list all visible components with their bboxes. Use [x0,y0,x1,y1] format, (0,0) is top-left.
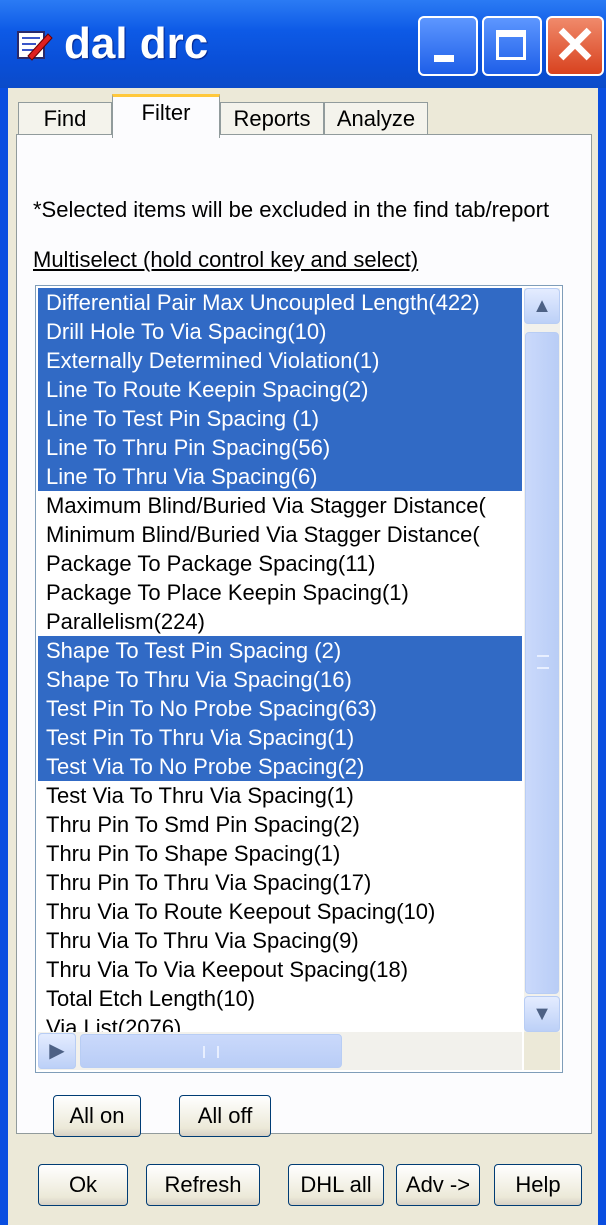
minimize-button[interactable] [418,16,478,76]
horizontal-scrollbar[interactable]: ◀ ▶ [38,1032,522,1070]
vertical-scrollbar[interactable]: ▲ ▼ [524,288,560,1032]
list-item[interactable]: Minimum Blind/Buried Via Stagger Distanc… [38,520,522,549]
ok-button[interactable]: Ok [38,1164,128,1206]
scroll-grip-icon [537,655,549,669]
all-off-button[interactable]: All off [179,1095,271,1137]
list-item[interactable]: Total Etch Length(10) [38,984,522,1013]
list-item[interactable]: Test Via To Thru Via Spacing(1) [38,781,522,810]
scroll-up-button[interactable]: ▲ [524,288,560,324]
dialog-client: Find Filter Reports Analyze *Selected it… [8,88,598,1225]
list-item[interactable]: Line To Route Keepin Spacing(2) [38,375,522,404]
list-item[interactable]: Package To Package Spacing(11) [38,549,522,578]
all-on-button[interactable]: All on [53,1095,141,1137]
tab-reports[interactable]: Reports [220,102,324,136]
chevron-down-icon: ▼ [532,1003,552,1025]
app-icon [17,31,53,61]
list-item[interactable]: Thru Via To Thru Via Spacing(9) [38,926,522,955]
list-item[interactable]: Maximum Blind/Buried Via Stagger Distanc… [38,491,522,520]
list-item[interactable]: Shape To Thru Via Spacing(16) [38,665,522,694]
list-item[interactable]: Externally Determined Violation(1) [38,346,522,375]
chevron-up-icon: ▲ [532,295,552,317]
scroll-down-button[interactable]: ▼ [524,996,560,1032]
list-item[interactable]: Test Pin To Thru Via Spacing(1) [38,723,522,752]
help-button[interactable]: Help [494,1164,582,1206]
exclusion-note: *Selected items will be excluded in the … [33,197,550,222]
list-item[interactable]: Test Via To No Probe Spacing(2) [38,752,522,781]
scroll-grip-icon [203,1046,219,1058]
list-item[interactable]: Shape To Test Pin Spacing (2) [38,636,522,665]
tab-find[interactable]: Find [18,102,112,136]
tab-analyze[interactable]: Analyze [324,102,428,136]
title-bar[interactable]: dal drc ✕ [0,0,606,88]
minimize-icon [434,55,454,62]
list-item[interactable]: Differential Pair Max Uncoupled Length(4… [38,288,522,317]
close-button[interactable]: ✕ [546,16,604,76]
filter-listbox[interactable]: Differential Pair Max Uncoupled Length(4… [35,285,563,1073]
list-item[interactable]: Line To Thru Via Spacing(6) [38,462,522,491]
refresh-button[interactable]: Refresh [146,1164,260,1206]
maximize-button[interactable] [482,16,542,76]
maximize-icon [496,30,526,60]
tab-filter[interactable]: Filter [112,94,220,138]
chevron-right-icon: ▶ [49,1040,65,1062]
filter-list-items: Differential Pair Max Uncoupled Length(4… [38,288,522,1032]
list-item[interactable]: Test Pin To No Probe Spacing(63) [38,694,522,723]
list-item[interactable]: Thru Via To Route Keepout Spacing(10) [38,897,522,926]
dialog-window: dal drc ✕ Find Filter Reports Analyze *S… [0,0,606,1225]
filter-tab-panel: *Selected items will be excluded in the … [16,134,592,1137]
list-item[interactable]: Thru Pin To Thru Via Spacing(17) [38,868,522,897]
list-item[interactable]: Thru Pin To Smd Pin Spacing(2) [38,810,522,839]
list-item[interactable]: Parallelism(224) [38,607,522,636]
scroll-right-button[interactable]: ▶ [38,1033,76,1069]
close-icon: ✕ [553,17,597,75]
list-item[interactable]: Thru Pin To Shape Spacing(1) [38,839,522,868]
list-item[interactable]: Via List(2076) [38,1013,522,1032]
list-item[interactable]: Drill Hole To Via Spacing(10) [38,317,522,346]
list-item[interactable]: Line To Thru Pin Spacing(56) [38,433,522,462]
window-title: dal drc [64,19,209,68]
dhl-all-button[interactable]: DHL all [288,1164,384,1206]
horizontal-scroll-thumb[interactable] [80,1034,342,1068]
list-item[interactable]: Thru Via To Via Keepout Spacing(18) [38,955,522,984]
scrollbar-corner [524,1032,560,1070]
list-item[interactable]: Line To Test Pin Spacing (1) [38,404,522,433]
vertical-scroll-thumb[interactable] [525,332,559,994]
list-item[interactable]: Package To Place Keepin Spacing(1) [38,578,522,607]
multiselect-label: Multiselect (hold control key and select… [33,247,419,272]
advanced-button[interactable]: Adv -> [396,1164,480,1206]
